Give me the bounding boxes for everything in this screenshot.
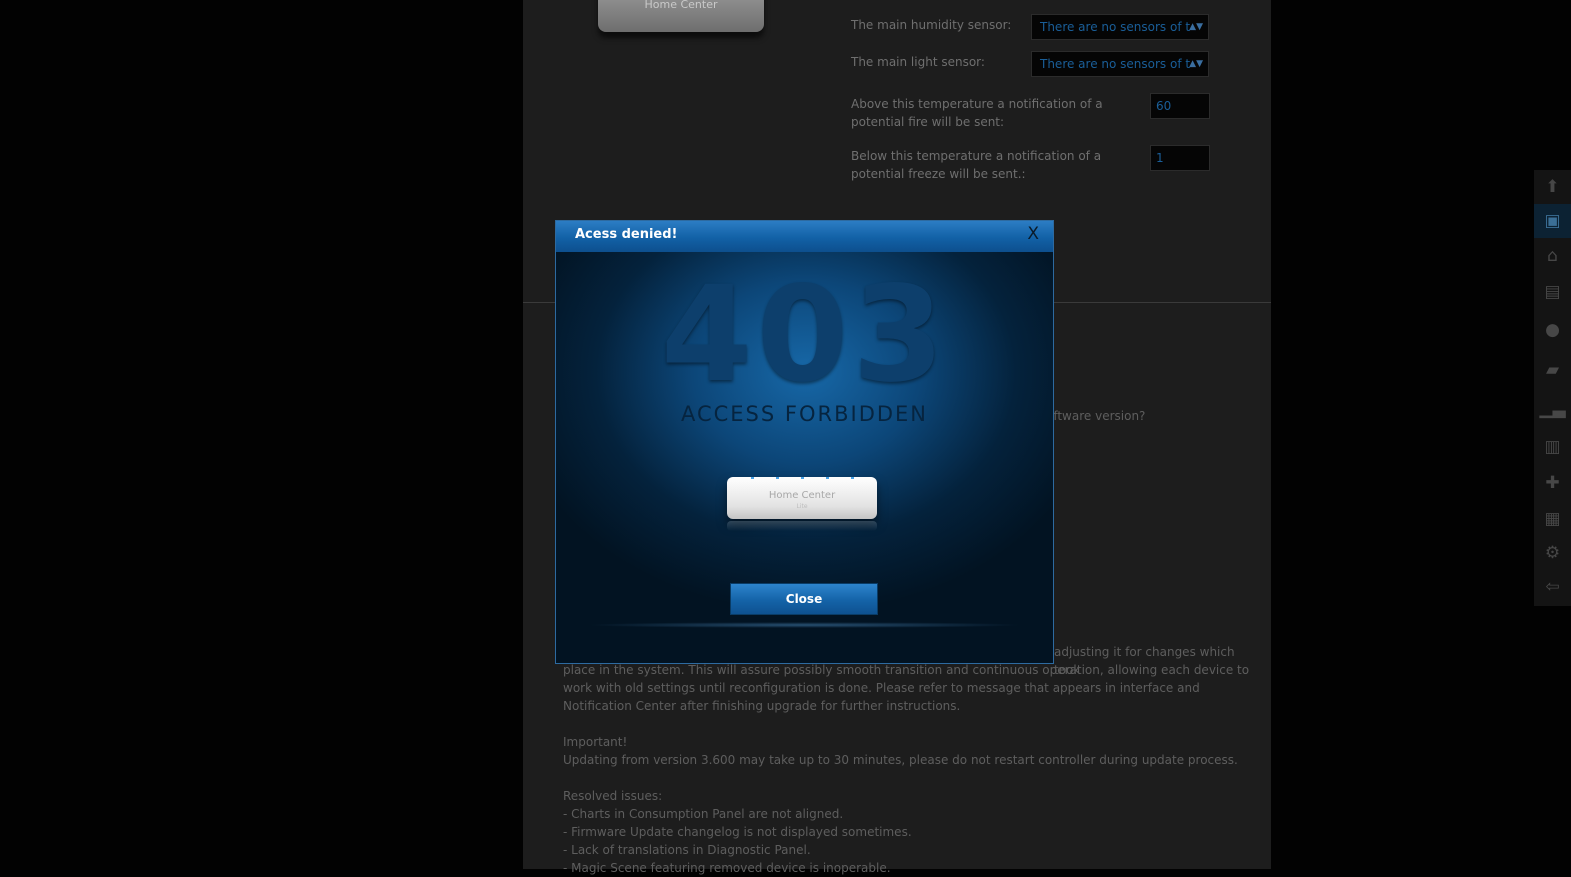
dialog-header: Acess denied! X [556,221,1053,252]
home-center-device-image: Home Center Lite [727,477,877,519]
logout-icon[interactable]: ⇦ [1534,570,1571,604]
dialog-body: 403 ACCESS FORBIDDEN Home Center Lite Cl… [556,252,1053,663]
resolved-item: - Firmware Update changelog is not displ… [563,825,912,839]
led-indicator [751,477,754,479]
side-toolbar: ⬆ ▣ ⌂ ▤ ● ▰ ▁▃ ▥ ✚ ▦ ⚙ ⇦ [1534,170,1571,606]
dialog-glow-line [586,622,1023,628]
light-sensor-value: There are no sensors of t [1040,57,1191,71]
humidity-sensor-select[interactable]: There are no sensors of t ▲▼ [1031,14,1209,40]
software-version-text: oftware version? [1046,409,1146,423]
plugins-icon[interactable]: ✚ [1534,466,1571,500]
close-icon[interactable]: X [1027,224,1039,244]
access-denied-dialog: Acess denied! X 403 ACCESS FORBIDDEN Hom… [555,220,1054,664]
save-icon[interactable]: ▣ [1534,204,1571,238]
resolved-item: - Lack of translations in Diagnostic Pan… [563,843,811,857]
led-indicator [826,477,829,479]
freeze-threshold-input[interactable]: 1 [1150,145,1210,171]
select-arrows-icon: ▲▼ [1189,22,1203,32]
dialog-title: Acess denied! [575,227,678,242]
light-sensor-select[interactable]: There are no sensors of t ▲▼ [1031,51,1209,77]
humidity-sensor-value: There are no sensors of t [1040,20,1191,34]
device-reflection [727,521,877,531]
energy-icon[interactable]: ▰ [1534,353,1571,387]
light-sensor-label: The main light sensor: [851,55,985,69]
arrow-up-icon[interactable]: ⬆ [1534,170,1571,204]
device-logo-text: Home Center [644,0,718,11]
home-icon[interactable]: ⌂ [1534,239,1571,273]
schedule-icon[interactable]: ▦ [1534,502,1571,536]
devices-icon[interactable]: ▤ [1534,275,1571,309]
led-indicator [776,477,779,479]
close-button[interactable]: Close [730,583,878,615]
important-heading: Important! [563,735,628,749]
resolved-heading: Resolved issues: [563,789,663,803]
error-message: ACCESS FORBIDDEN [680,402,929,426]
panels-icon[interactable]: ▥ [1534,430,1571,464]
settings-icon[interactable]: ⚙ [1534,536,1571,570]
device-label: Home Center [768,490,836,501]
changelog-paragraph: place in the system. This will assure po… [563,663,1250,713]
device-image: Home Center [598,0,764,32]
fire-threshold-input[interactable]: 60 [1150,93,1210,119]
resolved-item: - Charts in Consumption Panel are not al… [563,807,844,821]
freeze-threshold-label: Below this temperature a notification of… [851,149,1102,181]
resolved-item: - Magic Scene featuring removed device i… [563,861,891,875]
charts-icon[interactable]: ▁▃ [1534,392,1571,426]
humidity-sensor-label: The main humidity sensor: [851,18,1012,32]
device-sublabel: Lite [796,503,808,510]
scenes-icon[interactable]: ● [1534,313,1571,347]
select-arrows-icon: ▲▼ [1189,59,1203,69]
fire-threshold-label: Above this temperature a notification of… [851,97,1103,129]
important-text: Updating from version 3.600 may take up … [563,753,1238,767]
led-indicator [801,477,804,479]
led-indicator [851,477,854,479]
error-code: 403 [660,258,949,412]
